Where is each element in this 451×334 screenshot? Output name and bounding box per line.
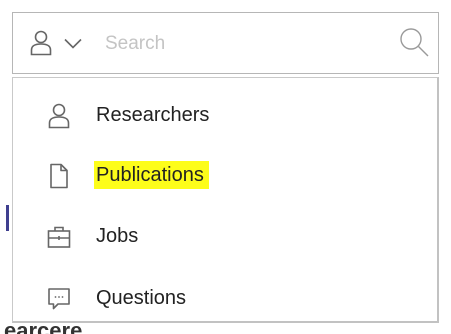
menu-item-label: Publications (94, 161, 209, 189)
search-icon[interactable] (397, 25, 431, 59)
document-icon (50, 163, 68, 189)
menu-item-label: Questions (96, 287, 187, 309)
user-icon (48, 103, 70, 129)
user-icon[interactable] (30, 30, 52, 56)
menu-item-publications[interactable]: Publications (13, 148, 433, 204)
search-scope-dropdown: Researchers Publications Jobs Questions (12, 77, 439, 323)
search-bar (12, 12, 439, 74)
menu-item-jobs[interactable]: Jobs (13, 209, 433, 265)
search-input[interactable] (105, 30, 365, 58)
menu-item-label: Researchers (96, 104, 210, 126)
page: earcere Researchers Publications (0, 0, 451, 334)
chat-icon (48, 288, 70, 310)
background-accent-bar (6, 205, 9, 231)
menu-item-questions[interactable]: Questions (13, 271, 433, 327)
chevron-down-icon[interactable] (64, 38, 82, 50)
menu-item-researchers[interactable]: Researchers (13, 88, 433, 144)
briefcase-icon (47, 226, 71, 248)
menu-item-label: Jobs (96, 225, 139, 247)
